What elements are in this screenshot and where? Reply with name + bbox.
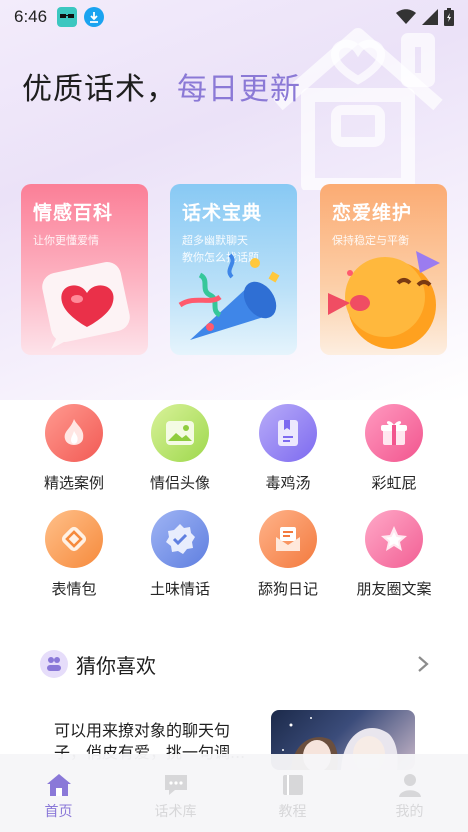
people-icon xyxy=(40,650,68,678)
grid-item-rainbow-fart[interactable]: 彩虹屁 xyxy=(344,404,444,493)
grid-item-stickers[interactable]: 表情包 xyxy=(24,510,124,599)
grid-label: 朋友圈文案 xyxy=(356,580,432,598)
signal-icon xyxy=(422,9,438,25)
battery-icon xyxy=(444,8,454,26)
grid-label: 土味情话 xyxy=(149,580,210,598)
grid-item-simp-diary[interactable]: 舔狗日记 xyxy=(238,510,338,599)
card-title: 情感百科 xyxy=(33,202,114,224)
grid-label: 彩虹屁 xyxy=(371,474,417,492)
grid-label: 精选案例 xyxy=(43,474,104,492)
tab-home[interactable]: 首页 xyxy=(9,772,109,821)
grid-item-poison-soup[interactable]: 毒鸡汤 xyxy=(238,404,338,493)
guess-you-like-header[interactable]: 猜你喜欢 xyxy=(40,648,430,680)
grid-item-featured-cases[interactable]: 精选案例 xyxy=(24,404,124,493)
grid-item-moments-copy[interactable]: 朋友圈文案 xyxy=(344,510,444,599)
flame-icon xyxy=(45,404,103,462)
section-title: 猜你喜欢 xyxy=(76,653,156,678)
grid-label: 舔狗日记 xyxy=(257,580,318,598)
book-icon xyxy=(243,772,343,798)
app-notification-icon xyxy=(57,7,78,27)
card-love-maintenance[interactable]: 恋爱维护 保持稳定与平衡 xyxy=(320,184,447,355)
diamond-icon xyxy=(45,510,103,568)
tab-phrase-library[interactable]: 话术库 xyxy=(126,772,226,821)
card-talk-manual[interactable]: 话术宝典 超多幽默聊天 教你怎么找话题 xyxy=(170,184,297,355)
image-icon xyxy=(151,404,209,462)
headline-main: 优质话术， xyxy=(22,72,177,107)
status-bar: 6:46 xyxy=(0,0,468,34)
tab-label: 教程 xyxy=(278,804,307,820)
home-icon xyxy=(9,772,109,798)
bottom-tab-bar: 首页 话术库 教程 我的 xyxy=(0,754,468,832)
card-title: 话术宝典 xyxy=(182,202,263,224)
status-time: 6:46 xyxy=(14,7,48,26)
gift-icon xyxy=(365,404,423,462)
book-icon xyxy=(259,404,317,462)
page-headline: 优质话术，每日更新 xyxy=(22,64,301,108)
tab-label: 我的 xyxy=(395,804,424,820)
heart-chat-icon xyxy=(42,262,130,349)
chat-bubble-icon xyxy=(126,772,226,798)
tab-label: 话术库 xyxy=(154,804,197,820)
star-icon xyxy=(365,510,423,568)
party-popper-icon xyxy=(178,253,280,340)
letter-icon xyxy=(259,510,317,568)
card-emotion-encyclopedia[interactable]: 情感百科 让你更懂爱情 xyxy=(21,184,148,355)
wifi-icon xyxy=(396,9,416,24)
tab-tutorial[interactable]: 教程 xyxy=(243,772,343,821)
grid-item-cheesy-lines[interactable]: 土味情话 xyxy=(130,510,230,599)
grid-label: 毒鸡汤 xyxy=(265,474,311,492)
grid-label: 表情包 xyxy=(51,580,97,598)
card-title: 恋爱维护 xyxy=(332,202,413,224)
user-icon xyxy=(360,772,460,798)
tab-mine[interactable]: 我的 xyxy=(360,772,460,821)
grid-item-couple-avatars[interactable]: 情侣头像 xyxy=(130,404,230,493)
download-icon xyxy=(84,7,105,27)
tab-label: 首页 xyxy=(44,804,73,820)
party-emoji-icon xyxy=(328,251,440,349)
chevron-right-icon[interactable] xyxy=(416,655,430,673)
grid-label: 情侣头像 xyxy=(149,474,210,492)
badge-check-icon xyxy=(151,510,209,568)
headline-accent: 每日更新 xyxy=(177,72,301,107)
